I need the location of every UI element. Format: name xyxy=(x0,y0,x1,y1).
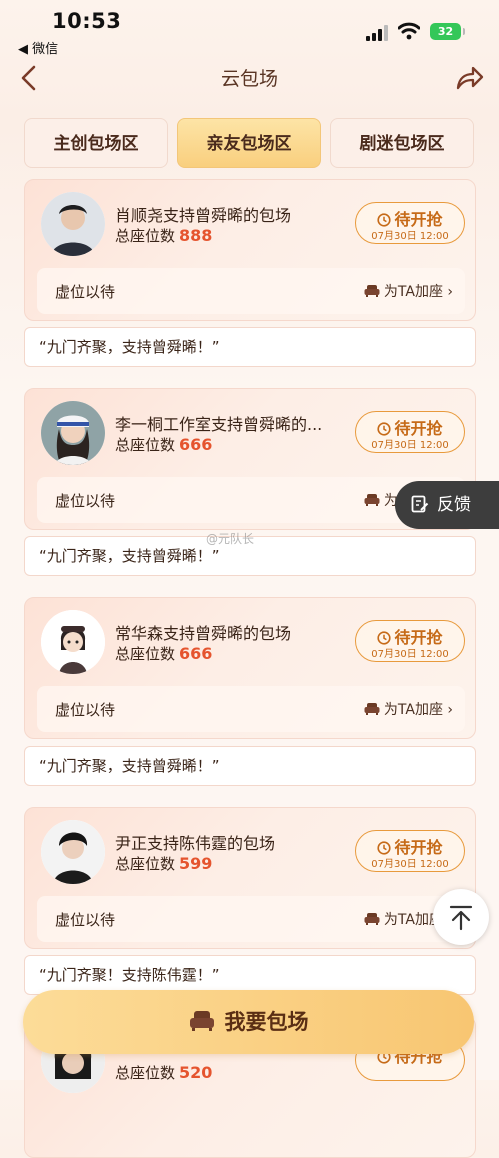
clock-icon xyxy=(377,631,392,645)
card-footer: 虚位以待 为TA加座 › xyxy=(37,896,465,942)
sofa-icon xyxy=(364,494,380,506)
sofa-icon xyxy=(189,1011,214,1031)
edit-note-icon xyxy=(411,495,429,513)
nav-bar: 云包场 xyxy=(0,58,499,98)
avatar xyxy=(41,820,105,884)
battery-icon: 32 xyxy=(430,23,465,40)
status-badge[interactable]: 待开抢 07月30日 12:00 xyxy=(355,202,465,244)
status-bar: 10:53 ◀ 微信 32 xyxy=(0,0,499,58)
clock-time: 10:53 xyxy=(52,9,122,33)
screening-card[interactable]: 常华森支持曾舜晞的包场 总座位数 666 待开抢 07月30日 12:00 虚位以… xyxy=(24,597,476,739)
sofa-icon xyxy=(364,703,380,715)
clock-icon xyxy=(377,213,392,227)
back-to-top-button[interactable] xyxy=(433,889,489,945)
tab-friends[interactable]: 亲友包场区 xyxy=(177,118,321,168)
status-time: 07月30日 12:00 xyxy=(371,649,449,660)
seat-count: 总座位数 666 xyxy=(115,435,213,454)
seat-count: 总座位数 888 xyxy=(115,226,213,245)
status-time: 07月30日 12:00 xyxy=(371,231,449,242)
seat-count: 总座位数 599 xyxy=(115,854,213,873)
status-time: 07月30日 12:00 xyxy=(371,440,449,451)
back-to-top-icon xyxy=(449,905,473,931)
tab-fans[interactable]: 剧迷包场区 xyxy=(330,118,474,168)
waiting-text: 虚位以待 xyxy=(55,701,116,719)
share-icon[interactable] xyxy=(453,62,485,94)
tab-creators[interactable]: 主创包场区 xyxy=(24,118,168,168)
screening-card[interactable]: 尹正支持陈伟霆的包场 总座位数 599 待开抢 07月30日 12:00 虚位以待… xyxy=(24,807,476,949)
waiting-text: 虚位以待 xyxy=(55,283,116,301)
book-screening-button[interactable]: 我要包场 xyxy=(23,990,474,1054)
status-badge[interactable]: 待开抢 07月30日 12:00 xyxy=(355,830,465,872)
avatar xyxy=(41,610,105,674)
sofa-icon xyxy=(364,285,380,297)
avatar xyxy=(41,401,105,465)
waiting-text: 虚位以待 xyxy=(55,492,116,510)
back-to-wechat-link[interactable]: ◀ 微信 xyxy=(18,38,58,57)
card-title: 李一桐工作室支持曾舜晞的... xyxy=(115,415,323,434)
clock-icon xyxy=(377,841,392,855)
cellular-signal-icon xyxy=(366,25,390,41)
status-badge[interactable]: 待开抢 07月30日 12:00 xyxy=(355,620,465,662)
add-seat-button[interactable]: 为TA加座 › xyxy=(364,281,453,301)
status-time: 07月30日 12:00 xyxy=(371,859,449,870)
page-title: 云包场 xyxy=(220,68,278,90)
wifi-icon xyxy=(398,22,420,40)
seat-count: 总座位数 666 xyxy=(115,644,213,663)
screening-card[interactable]: 肖顺尧支持曾舜晞的包场 总座位数 888 待开抢 07月30日 12:00 虚位以… xyxy=(24,179,476,321)
avatar xyxy=(41,192,105,256)
sofa-icon xyxy=(364,913,380,925)
waiting-text: 虚位以待 xyxy=(55,911,116,929)
support-message: “九门齐聚！支持陈伟霆！” xyxy=(24,955,476,995)
watermark: @元队长 xyxy=(206,532,255,546)
card-title: 尹正支持陈伟霆的包场 xyxy=(115,834,276,853)
add-seat-button[interactable]: 为TA加座 › xyxy=(364,699,453,719)
support-message: “九门齐聚，支持曾舜晞！” xyxy=(24,746,476,786)
feedback-button[interactable]: 反馈 xyxy=(395,481,499,529)
category-tabs: 主创包场区 亲友包场区 剧迷包场区 xyxy=(24,118,476,168)
clock-icon xyxy=(377,422,392,436)
card-footer: 虚位以待 为TA加座 › xyxy=(37,686,465,732)
support-message: “九门齐聚，支持曾舜晞！” xyxy=(24,327,476,367)
status-badge[interactable]: 待开抢 07月30日 12:00 xyxy=(355,411,465,453)
card-title: 常华森支持曾舜晞的包场 xyxy=(115,624,292,643)
card-footer: 虚位以待 为TA加座 › xyxy=(37,268,465,314)
card-title: 肖顺尧支持曾舜晞的包场 xyxy=(115,206,292,225)
